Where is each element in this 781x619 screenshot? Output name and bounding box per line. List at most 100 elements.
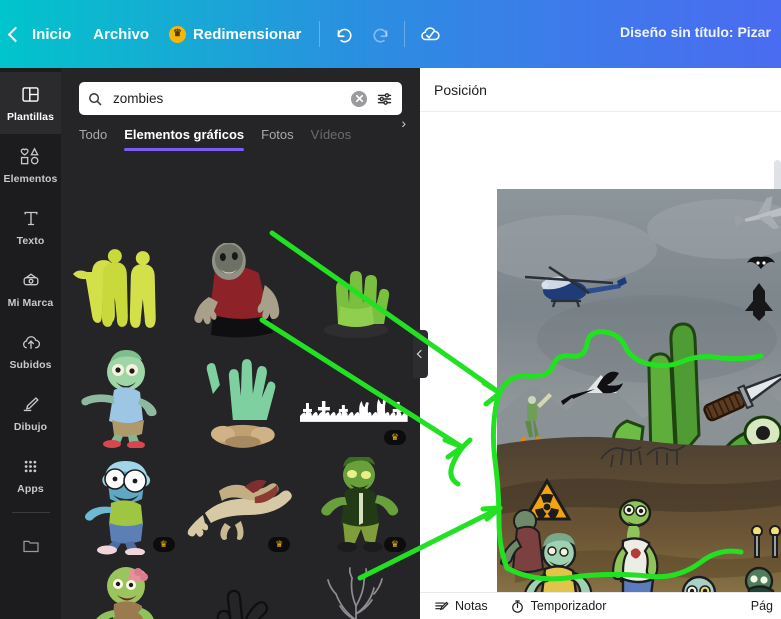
toolbar-divider-1 bbox=[319, 21, 321, 47]
file-menu-button[interactable]: Archivo bbox=[83, 20, 159, 49]
timer-icon bbox=[511, 599, 523, 613]
chevron-left-icon bbox=[7, 26, 24, 42]
collapse-panel-button[interactable] bbox=[413, 330, 428, 378]
notes-label: Notas bbox=[455, 599, 488, 613]
tab-elementos-graficos[interactable]: Elementos gráficos bbox=[124, 127, 244, 151]
sidebar-item-apps[interactable]: Apps bbox=[0, 444, 61, 506]
templates-icon bbox=[20, 84, 41, 106]
sidebar-item-proyectos[interactable] bbox=[0, 515, 61, 577]
position-button[interactable]: Posición bbox=[434, 82, 487, 98]
result-zombie-brain-exposed[interactable]: ♛ bbox=[69, 561, 181, 619]
canva-editor-window: Inicio Archivo ♛ Redimensionar Diseño si… bbox=[0, 0, 781, 619]
folder-icon bbox=[20, 535, 42, 557]
home-button[interactable]: Inicio bbox=[0, 20, 81, 49]
notes-icon bbox=[435, 601, 449, 610]
cloud-check-icon bbox=[421, 27, 441, 41]
design-title[interactable]: Diseño sin título: Pizar bbox=[620, 24, 771, 40]
thumb-graphic bbox=[187, 479, 292, 540]
brand-icon bbox=[20, 270, 42, 292]
sidebar-label-subidos: Subidos bbox=[9, 358, 52, 371]
result-zombie-cartoon-blue-shirt[interactable] bbox=[69, 347, 181, 450]
redo-button[interactable] bbox=[362, 17, 396, 51]
result-dead-tree-grey[interactable] bbox=[300, 561, 412, 619]
apps-icon bbox=[20, 456, 41, 478]
zombie-apocalypse-collage bbox=[497, 189, 781, 593]
thumb-graphic bbox=[300, 397, 408, 422]
category-tabs: Todo Elementos gráficos Fotos Vídeos › bbox=[61, 115, 420, 151]
canvas-stage[interactable] bbox=[420, 112, 781, 593]
elements-icon bbox=[19, 146, 42, 168]
timer-label: Temporizador bbox=[530, 599, 607, 613]
pages-button[interactable]: Pág bbox=[751, 599, 781, 613]
timer-button[interactable]: Temporizador bbox=[510, 599, 607, 614]
sidebar-label-dibujo: Dibujo bbox=[13, 420, 48, 433]
thumb-graphic bbox=[194, 242, 279, 337]
home-label: Inicio bbox=[32, 25, 72, 43]
save-status-button[interactable] bbox=[413, 17, 447, 51]
search-icon bbox=[89, 92, 102, 105]
sliders-icon bbox=[377, 92, 392, 105]
result-zombie-crawling-beige[interactable]: ♛ bbox=[185, 454, 297, 557]
search-input[interactable] bbox=[111, 90, 343, 107]
sidebar-label-mi-marca: Mi Marca bbox=[7, 296, 54, 309]
result-zombie-green-suit-walking[interactable]: ♛ bbox=[300, 454, 412, 557]
tab-todo[interactable]: Todo bbox=[79, 127, 107, 151]
text-icon bbox=[21, 208, 41, 230]
tab-videos[interactable]: Vídeos bbox=[311, 127, 351, 151]
thumb-graphic bbox=[324, 270, 390, 338]
pages-label: Pág bbox=[750, 599, 773, 613]
redo-icon bbox=[373, 28, 388, 43]
bottom-toolbar: Notas Temporizador Pág bbox=[420, 592, 781, 619]
uploads-icon bbox=[20, 332, 42, 354]
resize-button[interactable]: ♛ Redimensionar bbox=[159, 20, 311, 49]
notes-button[interactable]: Notas bbox=[434, 599, 488, 614]
search-filters-button[interactable] bbox=[375, 90, 394, 108]
sidebar-label-apps: Apps bbox=[17, 482, 44, 495]
rail-divider bbox=[11, 512, 50, 513]
pro-badge: ♛ bbox=[383, 430, 406, 445]
result-zombie-red-shirt-photo[interactable] bbox=[185, 240, 297, 343]
sidebar-item-texto[interactable]: Texto bbox=[0, 196, 61, 258]
result-zombie-blue-big-eyes[interactable]: ♛ bbox=[69, 454, 181, 557]
search-results-grid: ♛ ♛ ♛ ♛ bbox=[61, 236, 420, 619]
position-toolbar: Posición bbox=[420, 68, 781, 112]
sidebar-item-plantillas[interactable]: Plantillas bbox=[0, 72, 61, 134]
sidebar-label-elementos: Elementos bbox=[3, 172, 58, 185]
sidebar-label-texto: Texto bbox=[16, 234, 45, 247]
clear-search-button[interactable] bbox=[351, 90, 367, 107]
thumb-graphic bbox=[95, 566, 154, 619]
result-zombie-hand-green[interactable] bbox=[300, 240, 412, 343]
result-zombie-hand-outline-sketch[interactable] bbox=[185, 561, 297, 619]
result-zombie-hands-from-grave[interactable] bbox=[185, 347, 297, 450]
draw-icon bbox=[20, 394, 42, 416]
resize-label: Redimensionar bbox=[193, 25, 302, 43]
toolbar-divider-2 bbox=[404, 21, 406, 47]
editor-area: Posición Notas Temporizador Pág bbox=[420, 68, 781, 619]
undo-icon bbox=[337, 28, 352, 43]
result-graveyard-silhouette-white[interactable]: ♛ bbox=[300, 347, 412, 450]
thumb-graphic bbox=[217, 589, 269, 619]
elements-search-panel: Todo Elementos gráficos Fotos Vídeos › bbox=[61, 68, 420, 619]
sidebar-label-plantillas: Plantillas bbox=[6, 110, 55, 123]
design-canvas[interactable] bbox=[497, 189, 781, 593]
tab-fotos[interactable]: Fotos bbox=[261, 127, 294, 151]
thumb-graphic bbox=[81, 349, 157, 448]
thumb-graphic bbox=[206, 358, 276, 448]
left-icon-rail: Plantillas Elementos Texto Mi Marca Subi… bbox=[0, 68, 61, 619]
thumb-graphic bbox=[72, 248, 156, 328]
pro-badge: ♛ bbox=[152, 537, 175, 552]
chevron-left-icon bbox=[416, 349, 425, 359]
result-zombie-silhouettes-yellow[interactable] bbox=[69, 240, 181, 343]
search-box[interactable] bbox=[79, 82, 402, 115]
sidebar-item-elementos[interactable]: Elementos bbox=[0, 134, 61, 196]
undo-button[interactable] bbox=[328, 17, 362, 51]
thumb-graphic bbox=[327, 566, 384, 619]
crown-icon: ♛ bbox=[169, 25, 187, 43]
pro-badge: ♛ bbox=[268, 537, 291, 552]
sidebar-item-dibujo[interactable]: Dibujo bbox=[0, 382, 61, 444]
file-label: Archivo bbox=[93, 25, 150, 43]
sidebar-item-mi-marca[interactable]: Mi Marca bbox=[0, 258, 61, 320]
pro-badge: ♛ bbox=[383, 537, 406, 552]
tabs-next-button[interactable]: › bbox=[401, 115, 406, 131]
sidebar-item-subidos[interactable]: Subidos bbox=[0, 320, 61, 382]
